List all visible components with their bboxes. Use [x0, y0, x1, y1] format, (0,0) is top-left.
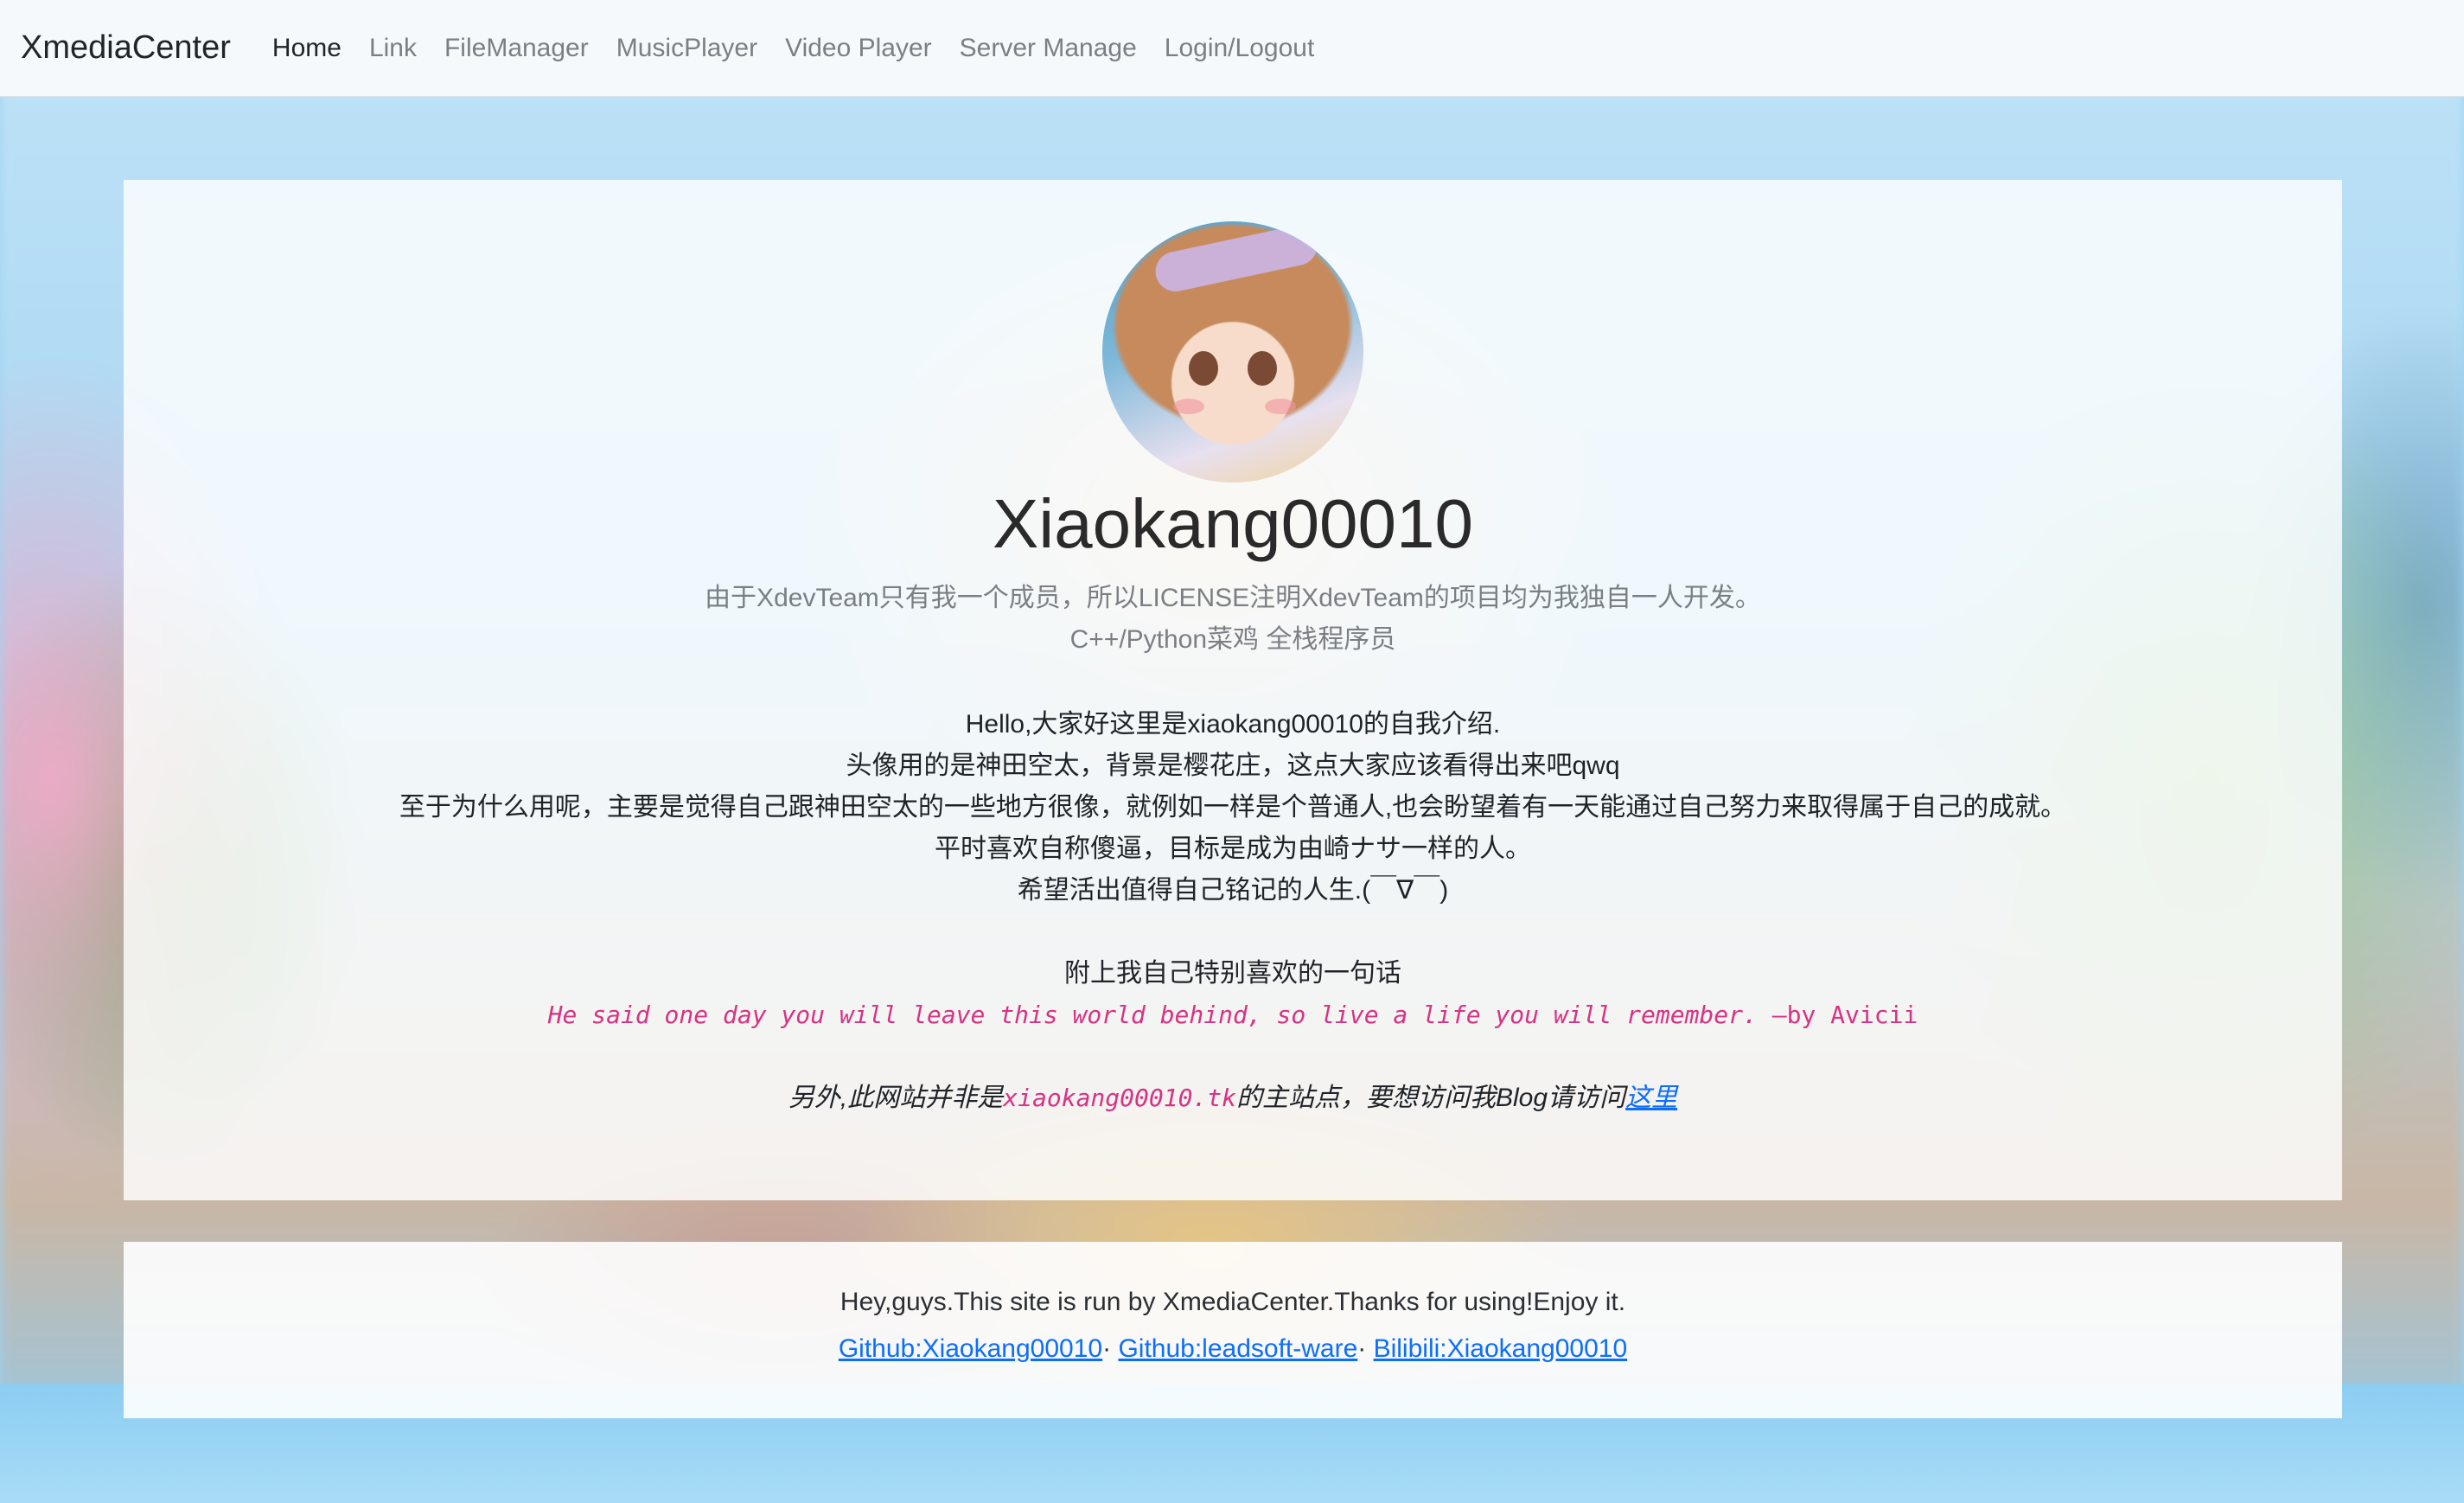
github-leadsoft-link[interactable]: Github:leadsoft-ware [1118, 1334, 1357, 1363]
quote: He said one day you will leave this worl… [124, 995, 2342, 1036]
nav-link[interactable]: Link [369, 34, 417, 63]
nav-videoplayer[interactable]: Video Player [785, 34, 932, 63]
quote-text: He said one day you will leave this worl… [547, 1001, 1758, 1029]
profile-card: Xiaokang00010 由于XdevTeam只有我一个成员，所以LICENS… [124, 180, 2342, 1200]
link-separator: · [1102, 1334, 1112, 1363]
profile-lead: 由于XdevTeam只有我一个成员，所以LICENSE注明XdevTeam的项目… [124, 578, 2342, 661]
site-note-middle: 的主站点，要想访问我Blog请访问 [1236, 1084, 1626, 1112]
footer-links: Github:Xiaokang00010· Github:leadsoft-wa… [124, 1332, 2342, 1366]
intro-line: 至于为什么用呢，主要是觉得自己跟神田空太的一些地方很像，就例如一样是个普通人,也… [399, 793, 2067, 822]
site-note: 另外,此网站并非是xiaokang00010.tk的主站点，要想访问我Blog请… [124, 1078, 2342, 1119]
link-separator: · [1357, 1334, 1367, 1363]
navbar: XmediaCenter Home Link FileManager Music… [0, 0, 2464, 97]
intro-line: Hello,大家好这里是xiaokang00010的自我介绍. [965, 710, 1501, 739]
quote-author: —by Avicii [1757, 1001, 1918, 1029]
brand-link[interactable]: XmediaCenter [21, 29, 231, 67]
intro-line: 希望活出值得自己铭记的人生.(￣∇￣) [1017, 876, 1449, 905]
footer-text: Hey,guys.This site is run by XmediaCente… [839, 1288, 1626, 1316]
site-domain: xiaokang00010.tk [1003, 1084, 1236, 1112]
github-xiaokang-link[interactable]: Github:Xiaokang00010 [839, 1334, 1102, 1363]
footer: Hey,guys.This site is run by XmediaCente… [124, 1242, 2342, 1418]
blog-link[interactable]: 这里 [1625, 1084, 1677, 1112]
lead-line: 由于XdevTeam只有我一个成员，所以LICENSE注明XdevTeam的项目… [705, 584, 1761, 612]
nav-login-logout[interactable]: Login/Logout [1165, 34, 1315, 63]
nav-filemanager[interactable]: FileManager [444, 34, 589, 63]
avatar [1102, 221, 1363, 483]
profile-intro: Hello,大家好这里是xiaokang00010的自我介绍. 头像用的是神田空… [124, 704, 2342, 911]
intro-line: 平时喜欢自称傻逼，目标是成为由崎ナサ一样的人。 [935, 835, 1531, 863]
quote-title: 附上我自己特别喜欢的一句话 [1064, 959, 1401, 988]
site-note-prefix: 另外,此网站并非是 [788, 1084, 1004, 1112]
intro-line: 头像用的是神田空太，背景是樱花庄，这点大家应该看得出来吧qwq [846, 752, 1620, 780]
nav-home[interactable]: Home [272, 34, 342, 63]
bilibili-link[interactable]: Bilibili:Xiaokang00010 [1374, 1334, 1628, 1363]
lead-line: C++/Python菜鸡 全栈程序员 [1069, 625, 1396, 654]
nav-musicplayer[interactable]: MusicPlayer [616, 34, 757, 63]
nav-servermanage[interactable]: Server Manage [960, 34, 1137, 63]
profile-name: Xiaokang00010 [992, 485, 1474, 562]
